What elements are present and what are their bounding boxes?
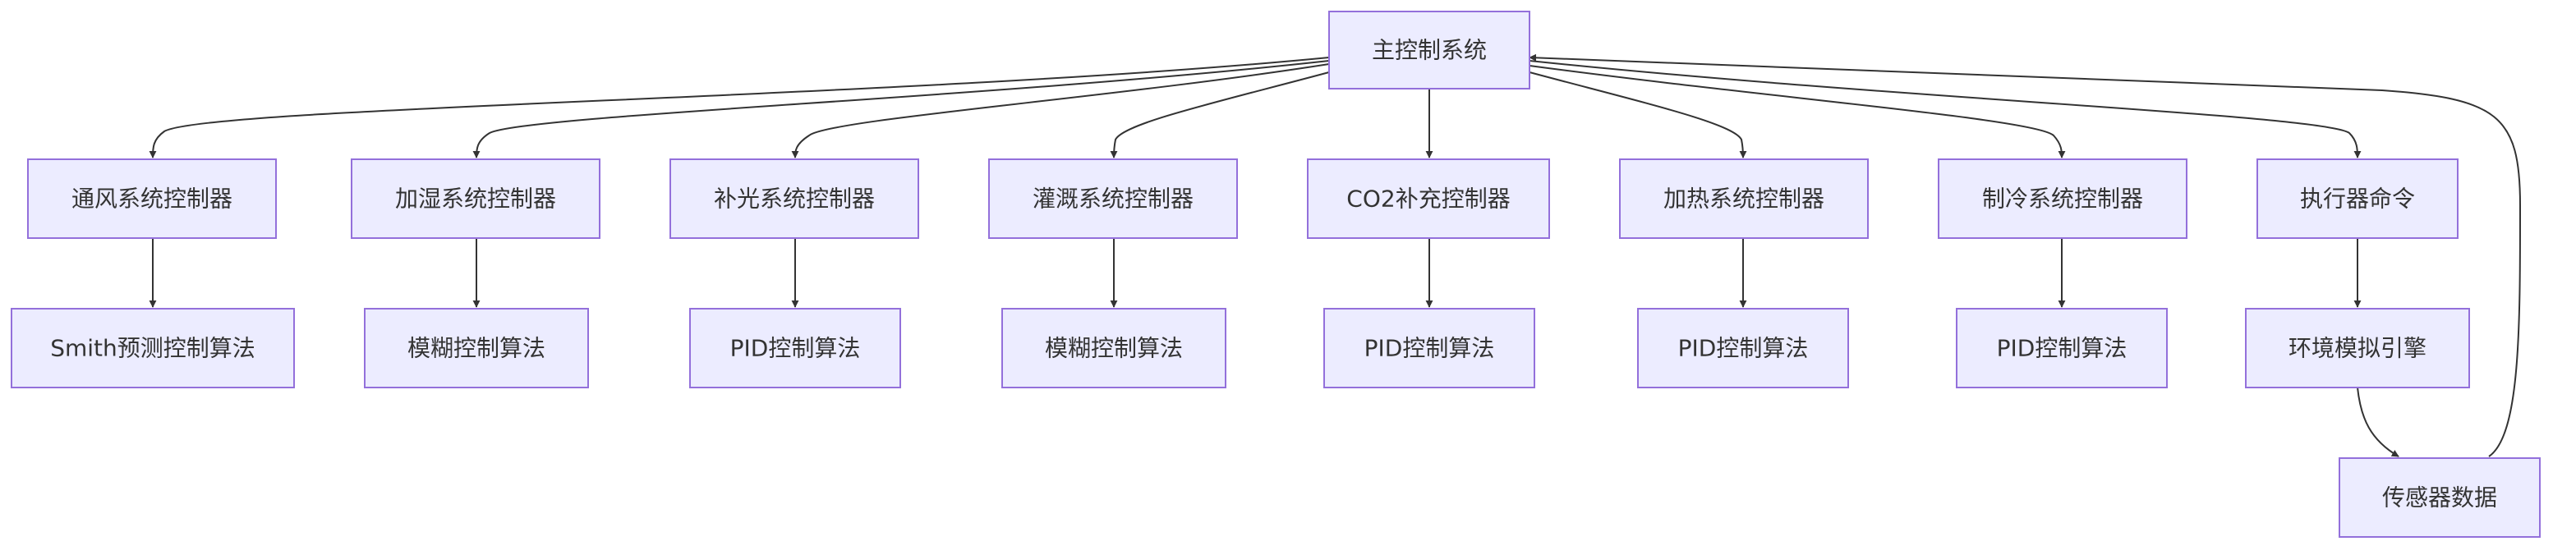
node-pid-algorithm-3[interactable]: PID控制算法	[1637, 308, 1849, 388]
node-label: Smith预测控制算法	[50, 335, 255, 362]
node-smith-predictive-algorithm[interactable]: Smith预测控制算法	[11, 308, 295, 388]
node-label: 灌溉系统控制器	[1033, 186, 1194, 213]
node-label: 主控制系统	[1372, 37, 1487, 64]
node-fuzzy-algorithm-1[interactable]: 模糊控制算法	[364, 308, 589, 388]
node-heating-controller[interactable]: 加热系统控制器	[1619, 158, 1869, 239]
edge-main-to-irrigation-controller	[1110, 71, 1330, 158]
node-cooling-controller[interactable]: 制冷系统控制器	[1938, 158, 2187, 239]
node-label: PID控制算法	[1678, 335, 1809, 362]
edge-main-to-heating-controller	[1529, 71, 1747, 158]
node-sensor-data[interactable]: 传感器数据	[2339, 457, 2541, 538]
node-label: 环境模拟引擎	[2288, 335, 2426, 362]
node-environment-simulation-engine[interactable]: 环境模拟引擎	[2245, 308, 2470, 388]
node-label: 制冷系统控制器	[1982, 186, 2143, 213]
node-label: 通风系统控制器	[71, 186, 232, 213]
node-label: 执行器命令	[2300, 186, 2415, 213]
node-fuzzy-algorithm-2[interactable]: 模糊控制算法	[1001, 308, 1226, 388]
node-label: 传感器数据	[2382, 484, 2497, 511]
node-irrigation-controller[interactable]: 灌溉系统控制器	[988, 158, 1238, 239]
edge-main-to-executor-command	[1529, 60, 2362, 158]
node-label: CO2补充控制器	[1346, 186, 1510, 213]
node-label: PID控制算法	[1997, 335, 2128, 362]
edge-main-to-cooling-controller	[1529, 65, 2066, 158]
node-label: 模糊控制算法	[1045, 335, 1183, 362]
node-co2-controller[interactable]: CO2补充控制器	[1307, 158, 1550, 239]
edge-sensor-data-to-main	[1529, 53, 2522, 457]
node-pid-algorithm-1[interactable]: PID控制算法	[689, 308, 901, 388]
node-humidify-controller[interactable]: 加湿系统控制器	[351, 158, 600, 239]
node-label: PID控制算法	[1364, 335, 1495, 362]
node-pid-algorithm-4[interactable]: PID控制算法	[1956, 308, 2168, 388]
edges-layer	[149, 53, 2522, 457]
node-pid-algorithm-2[interactable]: PID控制算法	[1323, 308, 1535, 388]
nodes-layer: 主控制系统 通风系统控制器 加湿系统控制器 补光系统控制器 灌溉系统控制器 CO…	[11, 11, 2541, 538]
node-light-controller[interactable]: 补光系统控制器	[669, 158, 919, 239]
flowchart-diagram: 主控制系统 通风系统控制器 加湿系统控制器 补光系统控制器 灌溉系统控制器 CO…	[11, 11, 2541, 538]
node-label: PID控制算法	[730, 335, 861, 362]
node-ventilation-controller[interactable]: 通风系统控制器	[27, 158, 277, 239]
node-main-control-system[interactable]: 主控制系统	[1328, 11, 1530, 89]
edge-env-sim-to-sensor-data	[2357, 387, 2399, 457]
node-label: 模糊控制算法	[407, 335, 545, 362]
edge-main-to-humidify-controller	[472, 60, 1330, 158]
node-executor-command[interactable]: 执行器命令	[2256, 158, 2459, 239]
node-label: 加湿系统控制器	[395, 186, 556, 213]
node-label: 加热系统控制器	[1663, 186, 1824, 213]
node-label: 补光系统控制器	[714, 186, 875, 213]
